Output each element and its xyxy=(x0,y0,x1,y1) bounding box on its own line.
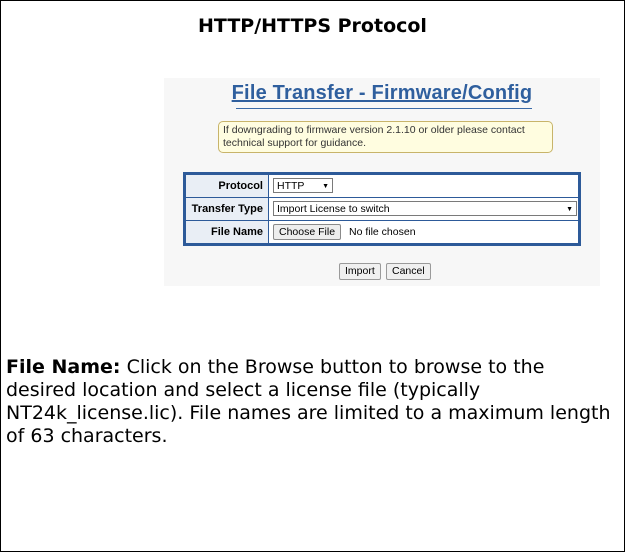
protocol-value-cell: HTTP ▼ xyxy=(270,175,578,197)
transfer-type-row: Transfer Type Import License to switch ▼ xyxy=(186,198,578,220)
transfer-type-label: Transfer Type xyxy=(186,198,269,220)
file-name-value-cell: Choose File No file chosen xyxy=(270,221,578,243)
file-name-label: File Name xyxy=(186,221,269,243)
import-button[interactable]: Import xyxy=(339,263,381,280)
protocol-select-value: HTTP xyxy=(277,180,305,192)
transfer-type-select-value: Import License to switch xyxy=(277,203,390,215)
transfer-type-select[interactable]: Import License to switch ▼ xyxy=(273,201,577,216)
file-name-description: File Name: Click on the Browse button to… xyxy=(6,356,618,448)
file-name-row: File Name Choose File No file chosen xyxy=(186,221,578,243)
file-status-text: No file chosen xyxy=(349,226,416,238)
dropdown-arrow-icon: ▼ xyxy=(322,183,329,190)
protocol-label: Protocol xyxy=(186,175,269,197)
section-heading: HTTP/HTTPS Protocol xyxy=(198,15,427,37)
file-transfer-title: File Transfer - Firmware/Config xyxy=(231,82,533,104)
embedded-screenshot: File Transfer - Firmware/Config If downg… xyxy=(164,78,600,286)
page-frame: HTTP/HTTPS Protocol File Transfer - Firm… xyxy=(0,0,625,552)
cancel-button[interactable]: Cancel xyxy=(386,263,431,280)
title-rule xyxy=(236,108,532,109)
choose-file-button[interactable]: Choose File xyxy=(273,224,342,240)
transfer-config-table: Protocol HTTP ▼ Transfer Type Import Lic… xyxy=(183,172,581,246)
protocol-select[interactable]: HTTP ▼ xyxy=(273,178,333,193)
downgrade-notice: If downgrading to firmware version 2.1.1… xyxy=(218,121,553,153)
dropdown-arrow-icon: ▼ xyxy=(566,206,573,213)
protocol-row: Protocol HTTP ▼ xyxy=(186,175,578,197)
description-term: File Name: xyxy=(6,356,121,378)
transfer-type-value-cell: Import License to switch ▼ xyxy=(270,198,578,220)
